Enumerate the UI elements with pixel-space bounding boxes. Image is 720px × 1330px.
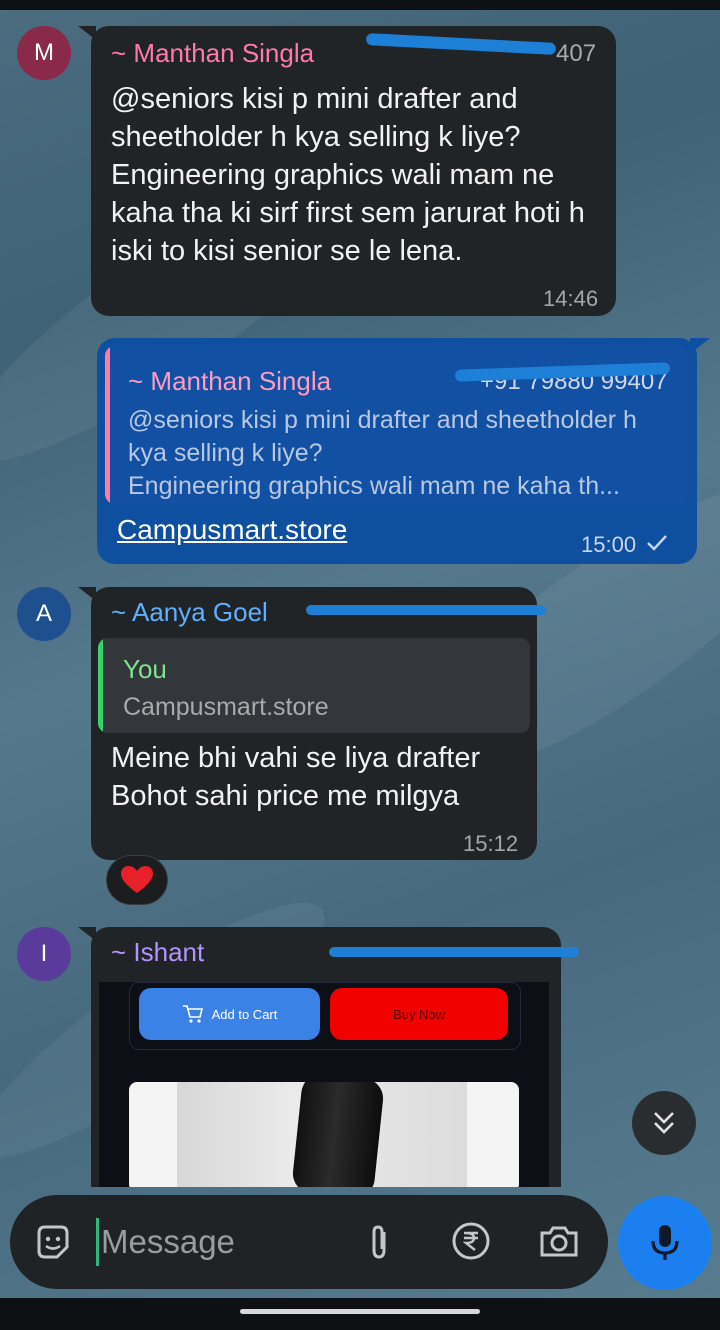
message-input[interactable] [96,1218,346,1266]
avatar-letter: M [34,39,54,66]
buy-now-button[interactable]: Buy Now [330,988,508,1040]
message-text: Meine bhi vahi se liya drafter Bohot sah… [111,742,481,812]
bubble-tail [690,338,710,354]
payment-button[interactable] [448,1218,494,1264]
avatar[interactable]: A [17,587,71,641]
mic-icon [651,1225,679,1260]
product-image [129,1082,519,1187]
message-bubble[interactable]: ~ Ishant Add to Cart Buy Now [91,927,579,1187]
reply-quote[interactable]: You Campusmart.store [98,638,530,733]
scroll-to-bottom-button[interactable] [632,1091,696,1155]
message-link[interactable]: Campusmart.store [117,514,347,546]
attach-icon [372,1225,386,1259]
sender-name[interactable]: ~ Manthan Singla [111,38,314,69]
buy-now-label: Buy Now [392,1006,446,1022]
sender-phone-visible: 407 [556,40,597,67]
avatar-letter: I [40,940,48,967]
avatar-letter: A [35,600,52,627]
message-text: @seniors kisi p mini drafter and sheetho… [111,83,585,267]
heart-icon [121,866,153,893]
sticker-icon [37,1225,69,1259]
reply-quote[interactable]: ~ Manthan Singla +91 79880 99407 @senior… [105,346,688,504]
home-indicator[interactable] [240,1309,480,1314]
quote-text: @seniors kisi p mini drafter and sheetho… [128,406,637,500]
redaction-scribble [306,605,546,615]
sender-name[interactable]: ~ Aanya Goel [111,597,268,628]
outgoing-message-bubble[interactable]: ~ Manthan Singla +91 79880 99407 @senior… [97,338,697,564]
voice-record-button[interactable] [618,1196,712,1290]
avatar[interactable]: M [17,26,71,80]
message-time: 15:00 [581,532,637,557]
message-bubble[interactable]: ~ Manthan Singla 407 @seniors kisi p min… [91,26,616,316]
message-time: 15:12 [463,831,519,856]
cart-icon [182,1005,203,1023]
sender-name[interactable]: ~ Ishant [111,937,204,968]
quote-accent-bar [105,346,110,504]
camera-button[interactable] [534,1218,584,1264]
message-bubble[interactable]: ~ Aanya Goel You Campusmart.store Meine … [91,587,546,860]
add-to-cart-label: Add to Cart [211,1006,278,1022]
redaction-scribble [365,33,557,55]
quote-sender: ~ Manthan Singla [128,366,332,396]
avatar[interactable]: I [17,927,71,981]
add-to-cart-button[interactable]: Add to Cart [139,988,320,1040]
image-preview[interactable]: Add to Cart Buy Now [99,982,549,1187]
camera-icon [540,1226,578,1257]
single-check-icon [647,535,667,551]
sticker-button[interactable] [30,1220,76,1266]
quote-accent-bar [98,638,103,733]
product-drafter-tube [290,1082,386,1187]
attach-button[interactable] [356,1220,402,1266]
quote-text: Campusmart.store [123,693,329,721]
message-time: 14:46 [543,286,599,311]
redaction-scribble [329,947,579,957]
navigation-bar [0,1298,720,1330]
reaction-badge[interactable] [106,855,168,905]
status-bar [0,0,720,10]
rupee-payment-icon [452,1222,490,1260]
quote-sender: You [123,654,167,684]
chevron-double-down-icon [654,1112,674,1134]
